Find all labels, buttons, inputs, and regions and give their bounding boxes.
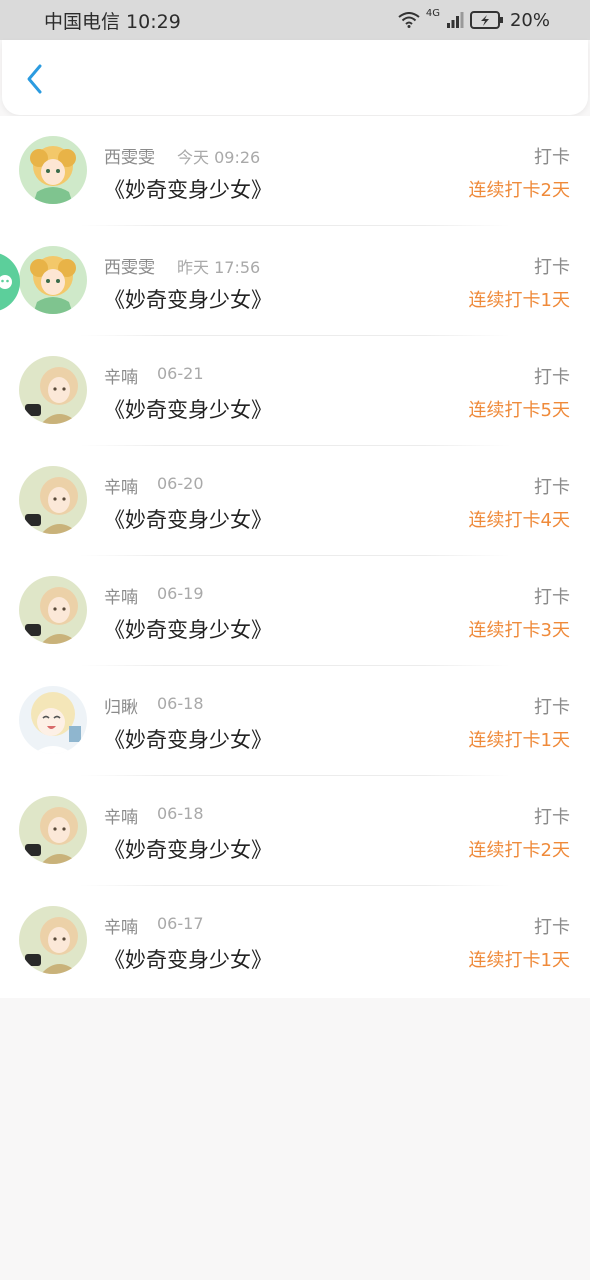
wifi-icon	[398, 12, 420, 28]
avatar[interactable]	[19, 246, 87, 314]
post-time: 06-21	[157, 364, 204, 383]
avatar[interactable]	[19, 796, 87, 864]
list-item[interactable]: 辛喃 06-19 《妙奇变身少女》 打卡 连续打卡3天	[0, 556, 590, 666]
book-title: 《妙奇变身少女》	[104, 618, 272, 642]
list-item[interactable]: 辛喃 06-17 《妙奇变身少女》 打卡 连续打卡1天	[0, 886, 590, 996]
avatar[interactable]	[19, 136, 87, 204]
battery-percent: 20%	[509, 9, 550, 31]
user-name: 归瞅	[104, 698, 138, 718]
user-name: 辛喃	[104, 918, 138, 938]
avatar[interactable]	[19, 906, 87, 974]
streak-label: 连续打卡3天	[468, 620, 570, 641]
carrier-time: 中国电信 10:29	[44, 10, 181, 33]
avatar[interactable]	[19, 356, 87, 424]
top-nav-bar	[2, 40, 588, 115]
back-button[interactable]	[20, 62, 50, 96]
list-item[interactable]: 辛喃 06-18 《妙奇变身少女》 打卡 连续打卡2天	[0, 776, 590, 886]
post-time: 06-18	[157, 804, 204, 823]
list-item[interactable]: 归瞅 06-18 《妙奇变身少女》 打卡 连续打卡1天	[0, 666, 590, 776]
chevron-left-icon	[27, 64, 42, 94]
book-title: 《妙奇变身少女》	[104, 178, 272, 202]
checkin-tag: 打卡	[534, 807, 570, 828]
streak-label: 连续打卡1天	[468, 730, 570, 751]
list-item[interactable]: 辛喃 06-20 《妙奇变身少女》 打卡 连续打卡4天	[0, 446, 590, 556]
list-item[interactable]: 西雯雯 今天 09:26 《妙奇变身少女》 打卡 连续打卡2天	[0, 116, 590, 226]
checkin-tag: 打卡	[534, 917, 570, 938]
avatar[interactable]	[19, 576, 87, 644]
signal-icon	[446, 12, 464, 28]
book-title: 《妙奇变身少女》	[104, 398, 272, 422]
streak-label: 连续打卡4天	[468, 510, 570, 531]
user-name: 西雯雯	[104, 258, 155, 278]
post-time: 06-18	[157, 694, 204, 713]
user-name: 辛喃	[104, 808, 138, 828]
status-bar: 中国电信 10:29 4G 20%	[0, 0, 590, 40]
post-time: 今天 09:26	[177, 148, 261, 167]
checkin-tag: 打卡	[534, 477, 570, 498]
streak-label: 连续打卡2天	[468, 180, 570, 201]
checkin-tag: 打卡	[534, 697, 570, 718]
status-icons: 4G 20%	[398, 7, 550, 31]
book-title: 《妙奇变身少女》	[104, 948, 272, 972]
post-time: 06-17	[157, 914, 204, 933]
user-name: 辛喃	[104, 588, 138, 608]
battery-icon	[469, 11, 503, 29]
book-title: 《妙奇变身少女》	[104, 838, 272, 862]
user-name: 辛喃	[104, 368, 138, 388]
book-title: 《妙奇变身少女》	[104, 288, 272, 312]
post-time: 06-20	[157, 474, 204, 493]
streak-label: 连续打卡5天	[468, 400, 570, 421]
post-time: 06-19	[157, 584, 204, 603]
user-name: 西雯雯	[104, 148, 155, 168]
streak-label: 连续打卡1天	[468, 950, 570, 971]
checkin-tag: 打卡	[534, 147, 570, 168]
checkin-tag: 打卡	[534, 257, 570, 278]
checkin-tag: 打卡	[534, 367, 570, 388]
user-name: 辛喃	[104, 478, 138, 498]
streak-label: 连续打卡1天	[468, 290, 570, 311]
list-item[interactable]: 辛喃 06-21 《妙奇变身少女》 打卡 连续打卡5天	[0, 336, 590, 446]
network-type: 4G	[425, 7, 440, 19]
assistant-icon	[0, 275, 12, 289]
avatar[interactable]	[19, 466, 87, 534]
book-title: 《妙奇变身少女》	[104, 728, 272, 752]
checkin-tag: 打卡	[534, 587, 570, 608]
avatar[interactable]	[19, 686, 87, 754]
list-item[interactable]: 西雯雯 昨天 17:56 《妙奇变身少女》 打卡 连续打卡1天	[0, 226, 590, 336]
streak-label: 连续打卡2天	[468, 840, 570, 861]
post-time: 昨天 17:56	[177, 258, 261, 277]
checkin-list: 西雯雯 今天 09:26 《妙奇变身少女》 打卡 连续打卡2天 西雯雯 昨天 1…	[0, 116, 590, 998]
book-title: 《妙奇变身少女》	[104, 508, 272, 532]
